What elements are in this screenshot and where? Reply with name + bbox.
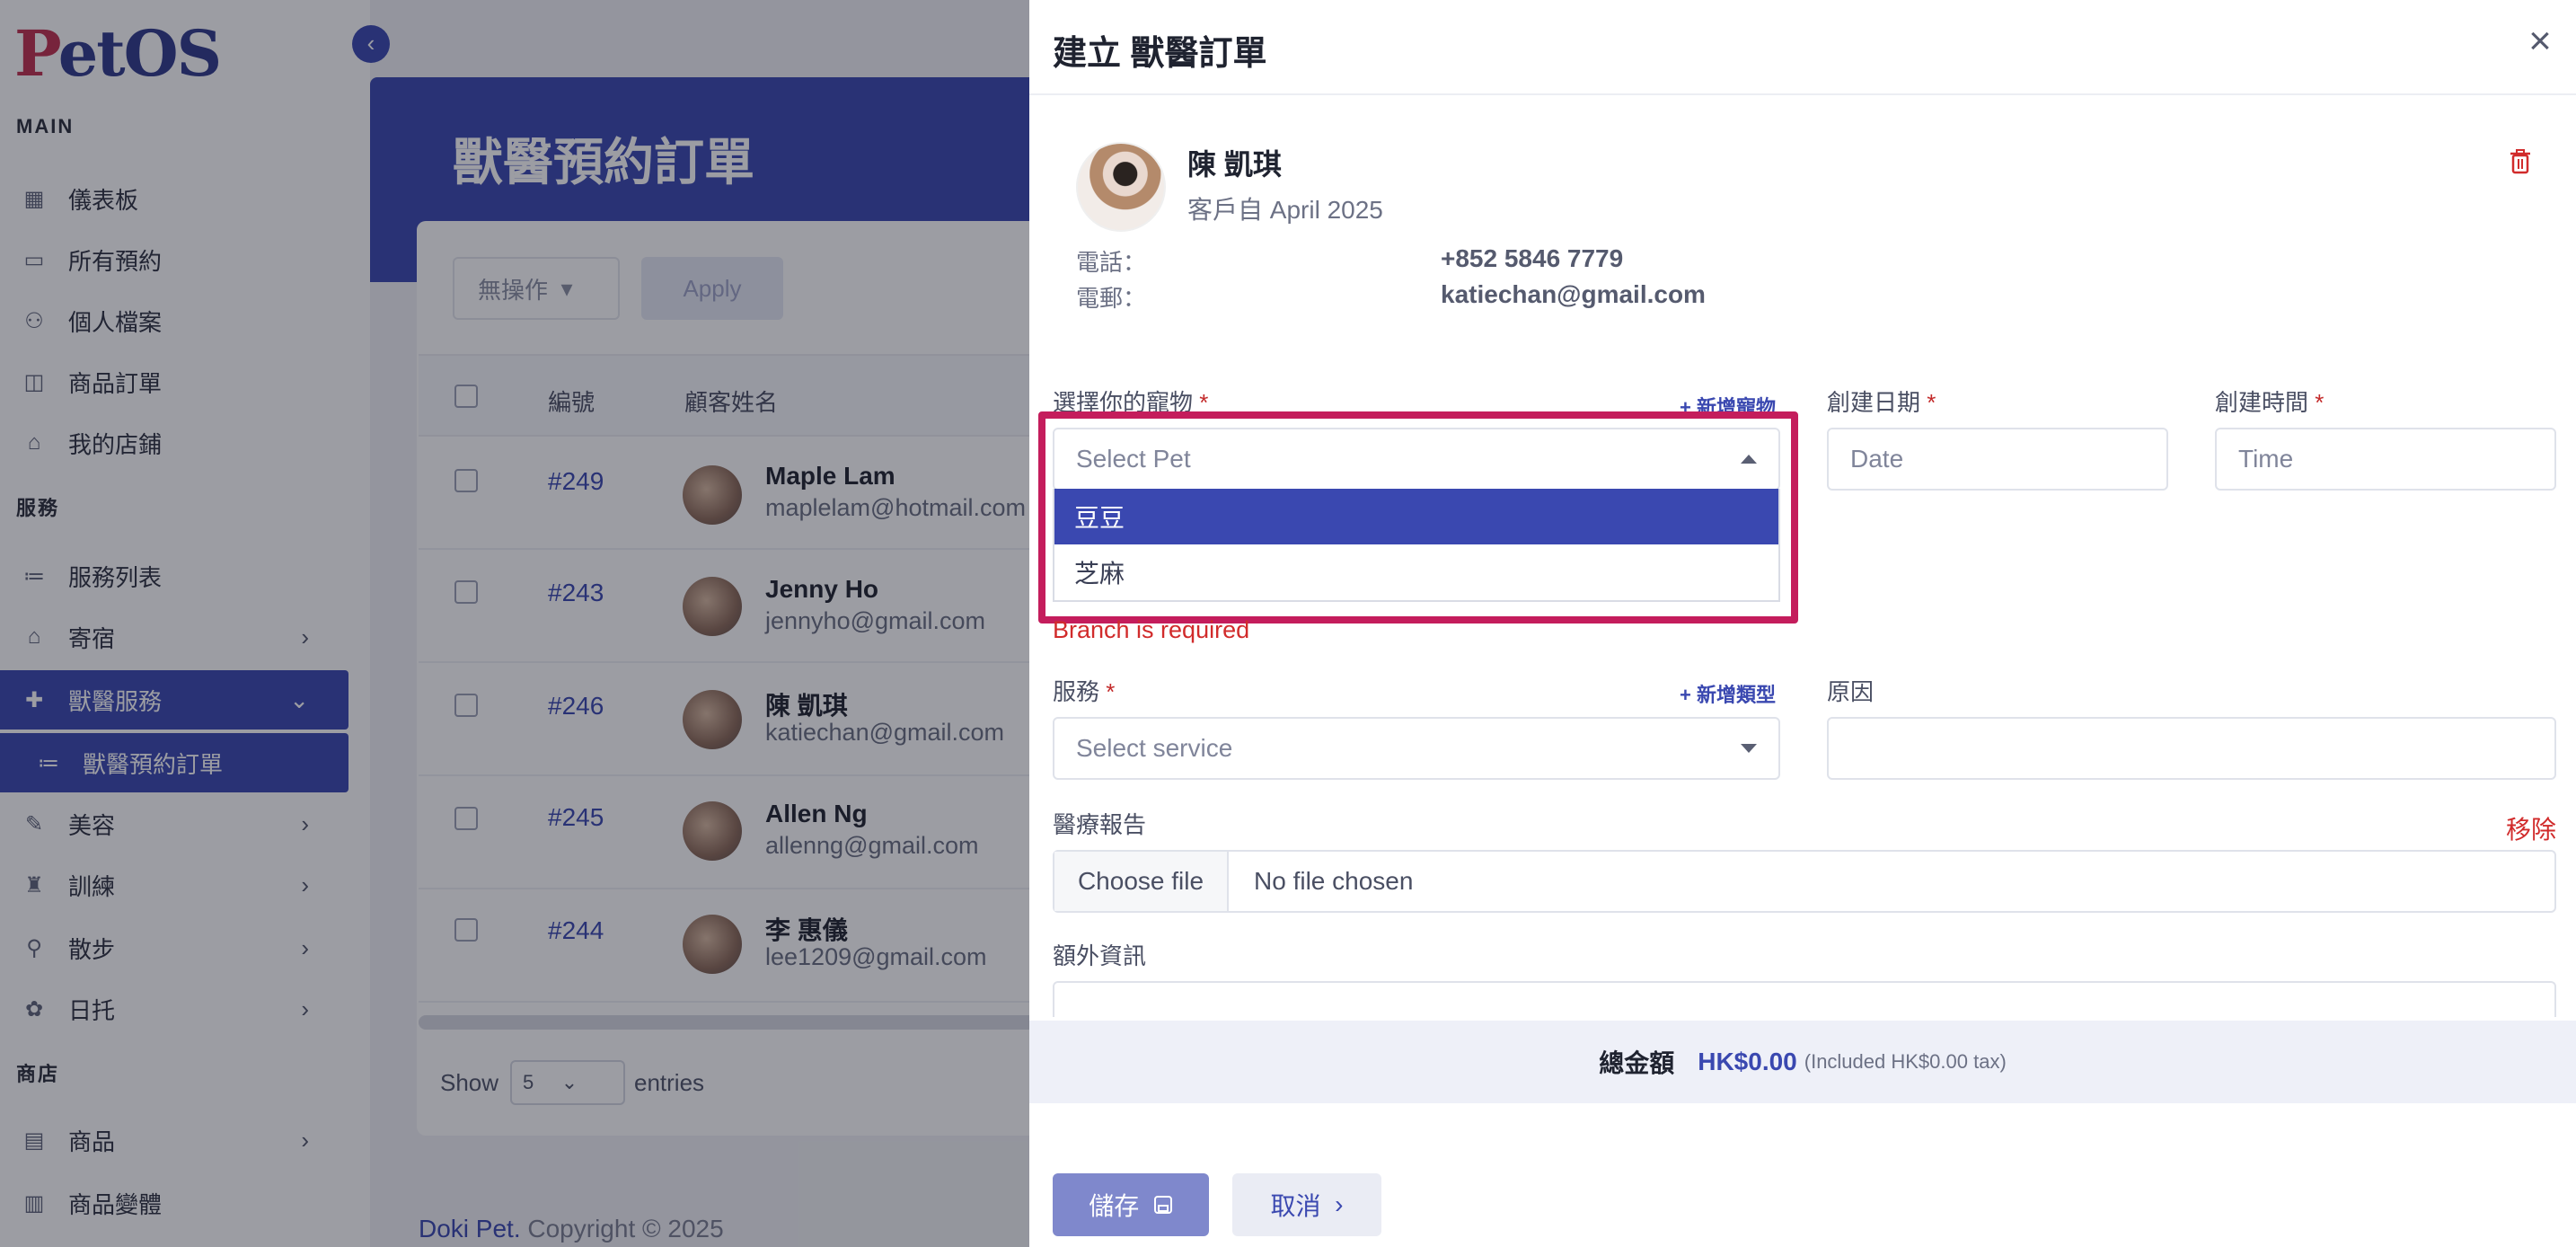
drawer-title: 建立 獸醫訂單	[1053, 35, 1267, 73]
pet-option[interactable]: 豆豆	[1054, 489, 1778, 544]
pet-error-message: Branch is required	[1053, 616, 1250, 643]
customer-avatar	[1076, 142, 1166, 232]
customer-since: 客戶自 April 2025	[1187, 196, 1383, 224]
save-button[interactable]: 儲存	[1053, 1173, 1209, 1236]
pet-dropdown-menu: 豆豆 芝麻	[1053, 489, 1780, 602]
pet-label: 選擇你的寵物 *	[1053, 389, 1209, 416]
reason-input[interactable]	[1827, 717, 2556, 780]
phone-label: 電話：	[1076, 249, 1147, 276]
choose-file-button[interactable]: Choose file	[1054, 852, 1229, 911]
tax-note: (Included HK$0.00 tax)	[1804, 1050, 2007, 1073]
email-value: katiechan@gmail.com	[1441, 280, 1706, 308]
date-label: 創建日期 *	[1827, 389, 1936, 416]
date-input[interactable]: Date	[1827, 428, 2168, 491]
caret-down-icon	[1741, 744, 1757, 753]
total-bar: 總金額 HK$0.00 (Included HK$0.00 tax)	[1029, 1021, 2576, 1103]
add-pet-link[interactable]: + 新增寵物	[1680, 392, 1776, 420]
create-vet-order-drawer: 建立 獸醫訂單 × 陳 凱琪 客戶自 April 2025 電話： +852 5…	[1029, 0, 2576, 1247]
remove-file-link[interactable]: 移除	[2506, 810, 2556, 846]
extra-info-textarea[interactable]	[1053, 981, 2556, 1017]
phone-value: +852 5846 7779	[1441, 244, 1624, 272]
add-service-type-link[interactable]: + 新增類型	[1680, 679, 1776, 708]
save-icon	[1153, 1196, 1172, 1214]
service-label: 服務 *	[1053, 678, 1116, 705]
total-label: 總金額	[1599, 1049, 1675, 1077]
reason-label: 原因	[1827, 678, 1875, 705]
pet-select[interactable]: Select Pet	[1053, 428, 1780, 491]
medical-report-label: 醫療報告	[1053, 811, 1147, 838]
medical-report-file-input[interactable]: Choose file No file chosen	[1053, 850, 2556, 913]
time-label: 創建時間 *	[2215, 389, 2325, 416]
customer-name: 陳 凱琪	[1187, 148, 1282, 181]
divider	[1029, 93, 2576, 95]
total-amount: HK$0.00	[1698, 1048, 1797, 1075]
time-input[interactable]: Time	[2215, 428, 2556, 491]
cancel-button[interactable]: 取消 ›	[1232, 1173, 1381, 1236]
modal-backdrop[interactable]	[0, 0, 1029, 1247]
file-status: No file chosen	[1254, 867, 1414, 895]
caret-up-icon	[1741, 455, 1757, 464]
trash-icon[interactable]	[2510, 149, 2531, 174]
service-select[interactable]: Select service	[1053, 717, 1780, 780]
chevron-right-icon: ›	[1335, 1190, 1344, 1218]
close-icon[interactable]: ×	[2520, 22, 2560, 63]
extra-info-label: 額外資訊	[1053, 942, 1147, 969]
pet-option[interactable]: 芝麻	[1054, 544, 1778, 600]
email-label: 電郵：	[1076, 285, 1147, 312]
